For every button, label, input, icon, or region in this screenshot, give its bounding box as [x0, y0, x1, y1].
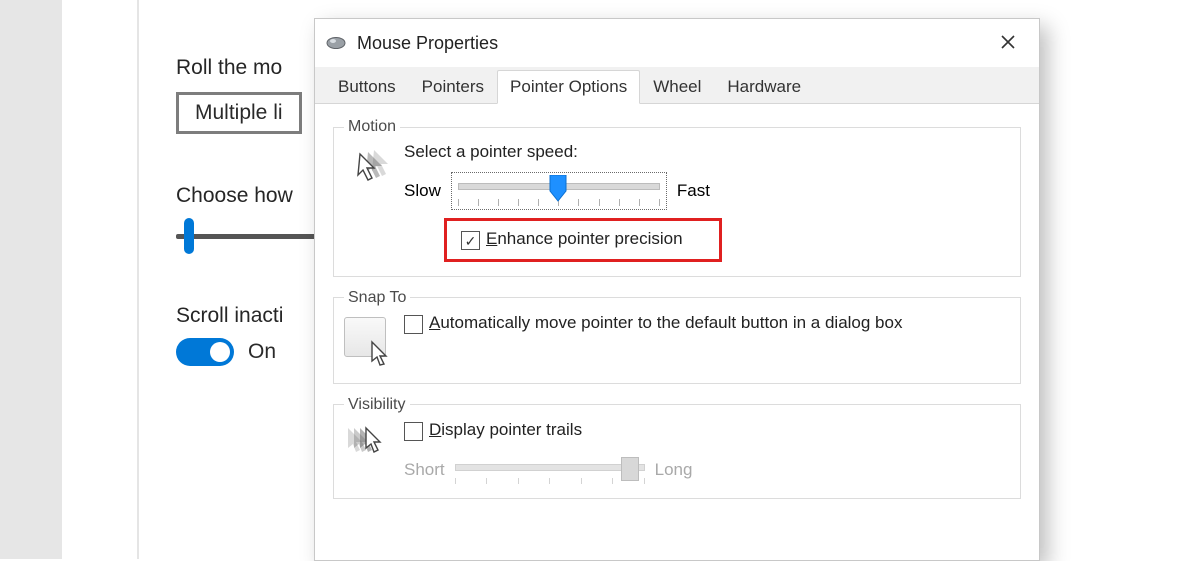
tab-pointer-options-label: Pointer Options [510, 77, 627, 96]
snap-to-checkbox[interactable]: Automatically move pointer to the defaul… [404, 313, 902, 334]
enhance-precision-checkbox[interactable]: ✓ Enhance pointer precision [461, 229, 683, 250]
speed-slow-label: Slow [404, 181, 441, 201]
dialog-title: Mouse Properties [357, 33, 987, 54]
toggle-state-label: On [248, 340, 276, 364]
tab-buttons-label: Buttons [338, 77, 396, 96]
motion-group: Motion Select a pointer speed: Slow [333, 118, 1021, 277]
mouse-properties-dialog: Mouse Properties Buttons Pointers Pointe… [314, 18, 1040, 561]
trails-thumb [621, 457, 639, 481]
tab-strip: Buttons Pointers Pointer Options Wheel H… [315, 67, 1039, 104]
tab-pointers-label: Pointers [422, 77, 484, 96]
left-gutter [0, 0, 62, 559]
visibility-group: Visibility Display pointer trails [333, 396, 1021, 499]
trails-long-label: Long [655, 460, 693, 480]
tab-hardware[interactable]: Hardware [714, 70, 814, 103]
pointer-trails-icon [344, 420, 404, 476]
toggle-dot [210, 342, 230, 362]
close-button[interactable] [987, 24, 1029, 62]
pointer-speed-slider[interactable] [451, 172, 667, 210]
trails-track [455, 464, 645, 471]
trails-length-slider [455, 456, 645, 484]
pointer-speed-label: Select a pointer speed: [404, 142, 1010, 162]
close-icon [1000, 30, 1016, 56]
motion-pointer-icon [344, 142, 404, 198]
scroll-inactive-toggle[interactable]: On [176, 338, 276, 366]
trails-short-label: Short [404, 460, 445, 480]
enhance-precision-highlight: ✓ Enhance pointer precision [444, 218, 722, 262]
speed-fast-label: Fast [677, 181, 710, 201]
tab-pointer-options[interactable]: Pointer Options [497, 70, 640, 104]
dialog-body: Motion Select a pointer speed: Slow [315, 104, 1039, 525]
pointer-speed-thumb[interactable] [548, 175, 568, 203]
snap-to-group: Snap To Automatically move pointer to th… [333, 289, 1021, 384]
tab-pointers[interactable]: Pointers [409, 70, 497, 103]
enhance-precision-label: Enhance pointer precision [486, 229, 683, 249]
check-icon: ✓ [465, 234, 477, 248]
dialog-titlebar[interactable]: Mouse Properties [315, 19, 1039, 67]
lines-slider-knob[interactable] [184, 218, 194, 254]
display-trails-checkbox[interactable]: Display pointer trails [404, 420, 582, 441]
snap-to-box [404, 315, 423, 334]
tab-wheel[interactable]: Wheel [640, 70, 714, 103]
display-trails-label: Display pointer trails [429, 420, 582, 440]
roll-mouse-value: Multiple li [195, 101, 283, 124]
toggle-pill[interactable] [176, 338, 234, 366]
mouse-icon [325, 36, 347, 50]
trails-ticks [455, 478, 645, 484]
visibility-legend: Visibility [344, 396, 410, 414]
inner-divider [137, 0, 139, 559]
motion-legend: Motion [344, 118, 400, 136]
snap-to-icon [344, 313, 404, 369]
pointer-speed-label-text: Select a pointer speed: [404, 142, 578, 161]
tab-hardware-label: Hardware [727, 77, 801, 96]
enhance-precision-box: ✓ [461, 231, 480, 250]
tab-wheel-label: Wheel [653, 77, 701, 96]
display-trails-box [404, 422, 423, 441]
roll-mouse-dropdown[interactable]: Multiple li [176, 92, 302, 134]
snap-to-legend: Snap To [344, 289, 410, 307]
tab-buttons[interactable]: Buttons [325, 70, 409, 103]
snap-to-label: Automatically move pointer to the defaul… [429, 313, 902, 333]
